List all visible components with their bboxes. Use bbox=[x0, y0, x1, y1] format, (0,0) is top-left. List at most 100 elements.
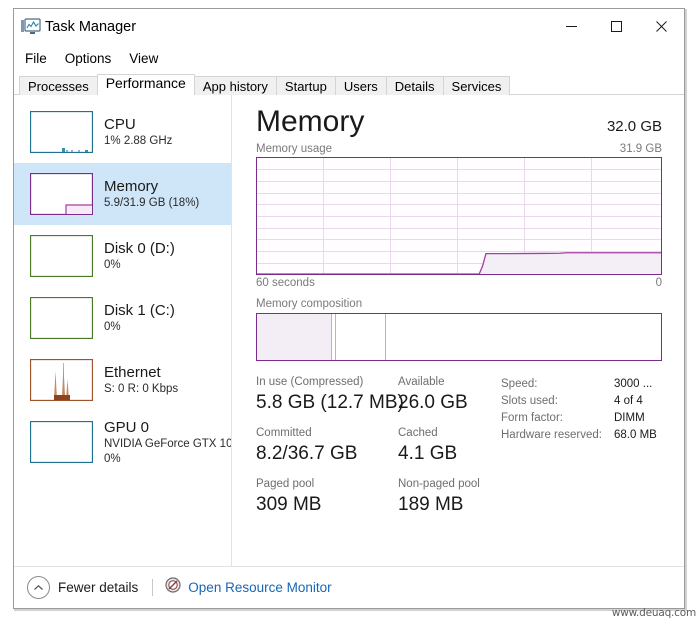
graph-axis-labels: 60 seconds 0 bbox=[256, 277, 662, 289]
cpu-thumbnail bbox=[30, 111, 93, 153]
sidebar-item-disk-0-text: Disk 0 (D:) 0% bbox=[104, 239, 175, 273]
stat-non-paged-pool-caption: Non-paged pool bbox=[398, 477, 480, 492]
sidebar-item-gpu-0[interactable]: GPU 0 NVIDIA GeForce GTX 1060 0% bbox=[14, 411, 231, 473]
sidebar-item-memory[interactable]: Memory 5.9/31.9 GB (18%) bbox=[14, 163, 231, 225]
sidebar-item-ethernet-text: Ethernet S: 0 R: 0 Kbps bbox=[104, 363, 178, 397]
tab-strip: Processes Performance App history Startu… bbox=[14, 71, 684, 95]
sidebar-item-cpu-sub: 1% 2.88 GHz bbox=[104, 134, 172, 149]
stat-row-pools: Paged pool 309 MB Non-paged pool 189 MB bbox=[256, 477, 501, 517]
menu-item-view[interactable]: View bbox=[129, 51, 158, 66]
sidebar-item-gpu-0-sub2: 0% bbox=[104, 452, 231, 466]
detail-speed: Speed: 3000 ... bbox=[501, 376, 662, 393]
stat-paged-pool-value: 309 MB bbox=[256, 492, 398, 517]
menu-bar: File Options View bbox=[14, 45, 684, 71]
content-area: CPU 1% 2.88 GHz Memory 5.9/31 bbox=[14, 95, 684, 608]
gpu-0-thumbnail bbox=[30, 421, 93, 463]
window-title: Task Manager bbox=[45, 19, 136, 35]
detail-form-factor-value: DIMM bbox=[614, 410, 645, 427]
open-resource-monitor-link[interactable]: Open Resource Monitor bbox=[165, 577, 331, 598]
sidebar-item-ethernet[interactable]: Ethernet S: 0 R: 0 Kbps bbox=[14, 349, 231, 411]
title-bar: Task Manager bbox=[14, 9, 684, 45]
sidebar-item-memory-text: Memory 5.9/31.9 GB (18%) bbox=[104, 177, 199, 211]
disk-0-thumbnail bbox=[30, 235, 93, 277]
sidebar-item-gpu-0-text: GPU 0 NVIDIA GeForce GTX 1060 0% bbox=[104, 418, 231, 466]
stat-committed: Committed 8.2/36.7 GB bbox=[256, 426, 398, 466]
tab-details[interactable]: Details bbox=[386, 76, 444, 95]
detail-form-factor-key: Form factor: bbox=[501, 410, 614, 427]
close-button[interactable] bbox=[639, 9, 684, 43]
resource-sidebar: CPU 1% 2.88 GHz Memory 5.9/31 bbox=[14, 95, 232, 608]
stat-committed-value: 8.2/36.7 GB bbox=[256, 441, 398, 466]
sidebar-item-disk-0[interactable]: Disk 0 (D:) 0% bbox=[14, 225, 231, 287]
stat-in-use: In use (Compressed) 5.8 GB (12.7 MB) bbox=[256, 375, 398, 415]
sidebar-item-disk-0-sub: 0% bbox=[104, 258, 175, 273]
detail-hardware-reserved: Hardware reserved: 68.0 MB bbox=[501, 427, 662, 444]
tab-services[interactable]: Services bbox=[443, 76, 511, 95]
menu-item-options[interactable]: Options bbox=[65, 51, 112, 66]
fewer-details-button[interactable]: Fewer details bbox=[27, 576, 138, 599]
tab-users[interactable]: Users bbox=[335, 76, 387, 95]
sidebar-item-cpu-text: CPU 1% 2.88 GHz bbox=[104, 115, 172, 149]
watermark: www.deuaq.com bbox=[612, 607, 696, 619]
detail-hardware-reserved-key: Hardware reserved: bbox=[501, 427, 614, 444]
disk-1-thumbnail bbox=[30, 297, 93, 339]
sidebar-item-memory-sub: 5.9/31.9 GB (18%) bbox=[104, 196, 199, 211]
sidebar-item-disk-0-title: Disk 0 (D:) bbox=[104, 239, 175, 258]
detail-speed-value: 3000 ... bbox=[614, 376, 652, 393]
screen: Task Manager File Options View Processes bbox=[0, 0, 699, 621]
memory-composition-bar[interactable] bbox=[256, 313, 662, 361]
sidebar-item-memory-title: Memory bbox=[104, 177, 199, 196]
memory-usage-plot bbox=[257, 158, 661, 274]
total-capacity: 32.0 GB bbox=[607, 118, 662, 135]
task-manager-icon bbox=[20, 17, 42, 37]
sidebar-item-cpu[interactable]: CPU 1% 2.88 GHz bbox=[14, 101, 231, 163]
memory-composition-label: Memory composition bbox=[256, 298, 662, 310]
panel-header: Memory 32.0 GB bbox=[256, 105, 662, 139]
memory-statistics-left: In use (Compressed) 5.8 GB (12.7 MB) Ava… bbox=[256, 375, 501, 528]
detail-hardware-reserved-value: 68.0 MB bbox=[614, 427, 657, 444]
open-resource-monitor-label: Open Resource Monitor bbox=[188, 580, 331, 595]
axis-label-left: 60 seconds bbox=[256, 277, 315, 289]
memory-statistics: In use (Compressed) 5.8 GB (12.7 MB) Ava… bbox=[256, 375, 662, 528]
stat-non-paged-pool-value: 189 MB bbox=[398, 492, 480, 517]
tab-startup[interactable]: Startup bbox=[276, 76, 336, 95]
memory-hardware-details: Speed: 3000 ... Slots used: 4 of 4 Form … bbox=[501, 375, 662, 528]
graph-title: Memory usage bbox=[256, 143, 332, 155]
detail-slots-used-key: Slots used: bbox=[501, 393, 614, 410]
sidebar-item-ethernet-title: Ethernet bbox=[104, 363, 178, 382]
resource-monitor-icon bbox=[165, 577, 181, 598]
stat-in-use-caption: In use (Compressed) bbox=[256, 375, 398, 390]
stat-committed-caption: Committed bbox=[256, 426, 398, 441]
sidebar-item-disk-1-text: Disk 1 (C:) 0% bbox=[104, 301, 175, 335]
maximize-button[interactable] bbox=[594, 9, 639, 43]
sidebar-item-disk-1-title: Disk 1 (C:) bbox=[104, 301, 175, 320]
stat-paged-pool: Paged pool 309 MB bbox=[256, 477, 398, 517]
stat-available-value: 26.0 GB bbox=[398, 390, 468, 415]
graph-header: Memory usage 31.9 GB bbox=[256, 143, 662, 155]
axis-label-right: 0 bbox=[656, 277, 662, 289]
stat-row-committed: Committed 8.2/36.7 GB Cached 4.1 GB bbox=[256, 426, 501, 466]
sidebar-item-ethernet-sub: S: 0 R: 0 Kbps bbox=[104, 382, 178, 397]
footer-bar: Fewer details Open Resource Monitor bbox=[14, 566, 684, 608]
stat-in-use-value: 5.8 GB (12.7 MB) bbox=[256, 390, 398, 415]
task-manager-window: Task Manager File Options View Processes bbox=[13, 8, 685, 609]
footer-divider bbox=[152, 579, 153, 596]
tab-performance[interactable]: Performance bbox=[97, 74, 195, 95]
stat-row-in-use: In use (Compressed) 5.8 GB (12.7 MB) Ava… bbox=[256, 375, 501, 415]
tab-app-history[interactable]: App history bbox=[194, 76, 277, 95]
stat-cached-value: 4.1 GB bbox=[398, 441, 457, 466]
tab-processes[interactable]: Processes bbox=[19, 76, 98, 95]
memory-usage-graph[interactable] bbox=[256, 157, 662, 275]
chevron-up-icon bbox=[27, 576, 50, 599]
detail-form-factor: Form factor: DIMM bbox=[501, 410, 662, 427]
detail-slots-used-value: 4 of 4 bbox=[614, 393, 643, 410]
menu-item-file[interactable]: File bbox=[25, 51, 47, 66]
sidebar-item-cpu-title: CPU bbox=[104, 115, 172, 134]
sidebar-item-disk-1[interactable]: Disk 1 (C:) 0% bbox=[14, 287, 231, 349]
minimize-button[interactable] bbox=[549, 9, 594, 43]
fewer-details-label: Fewer details bbox=[58, 580, 138, 595]
sidebar-item-gpu-0-title: GPU 0 bbox=[104, 418, 231, 437]
stat-cached-caption: Cached bbox=[398, 426, 457, 441]
memory-thumbnail bbox=[30, 173, 93, 215]
stat-non-paged-pool: Non-paged pool 189 MB bbox=[398, 477, 480, 517]
